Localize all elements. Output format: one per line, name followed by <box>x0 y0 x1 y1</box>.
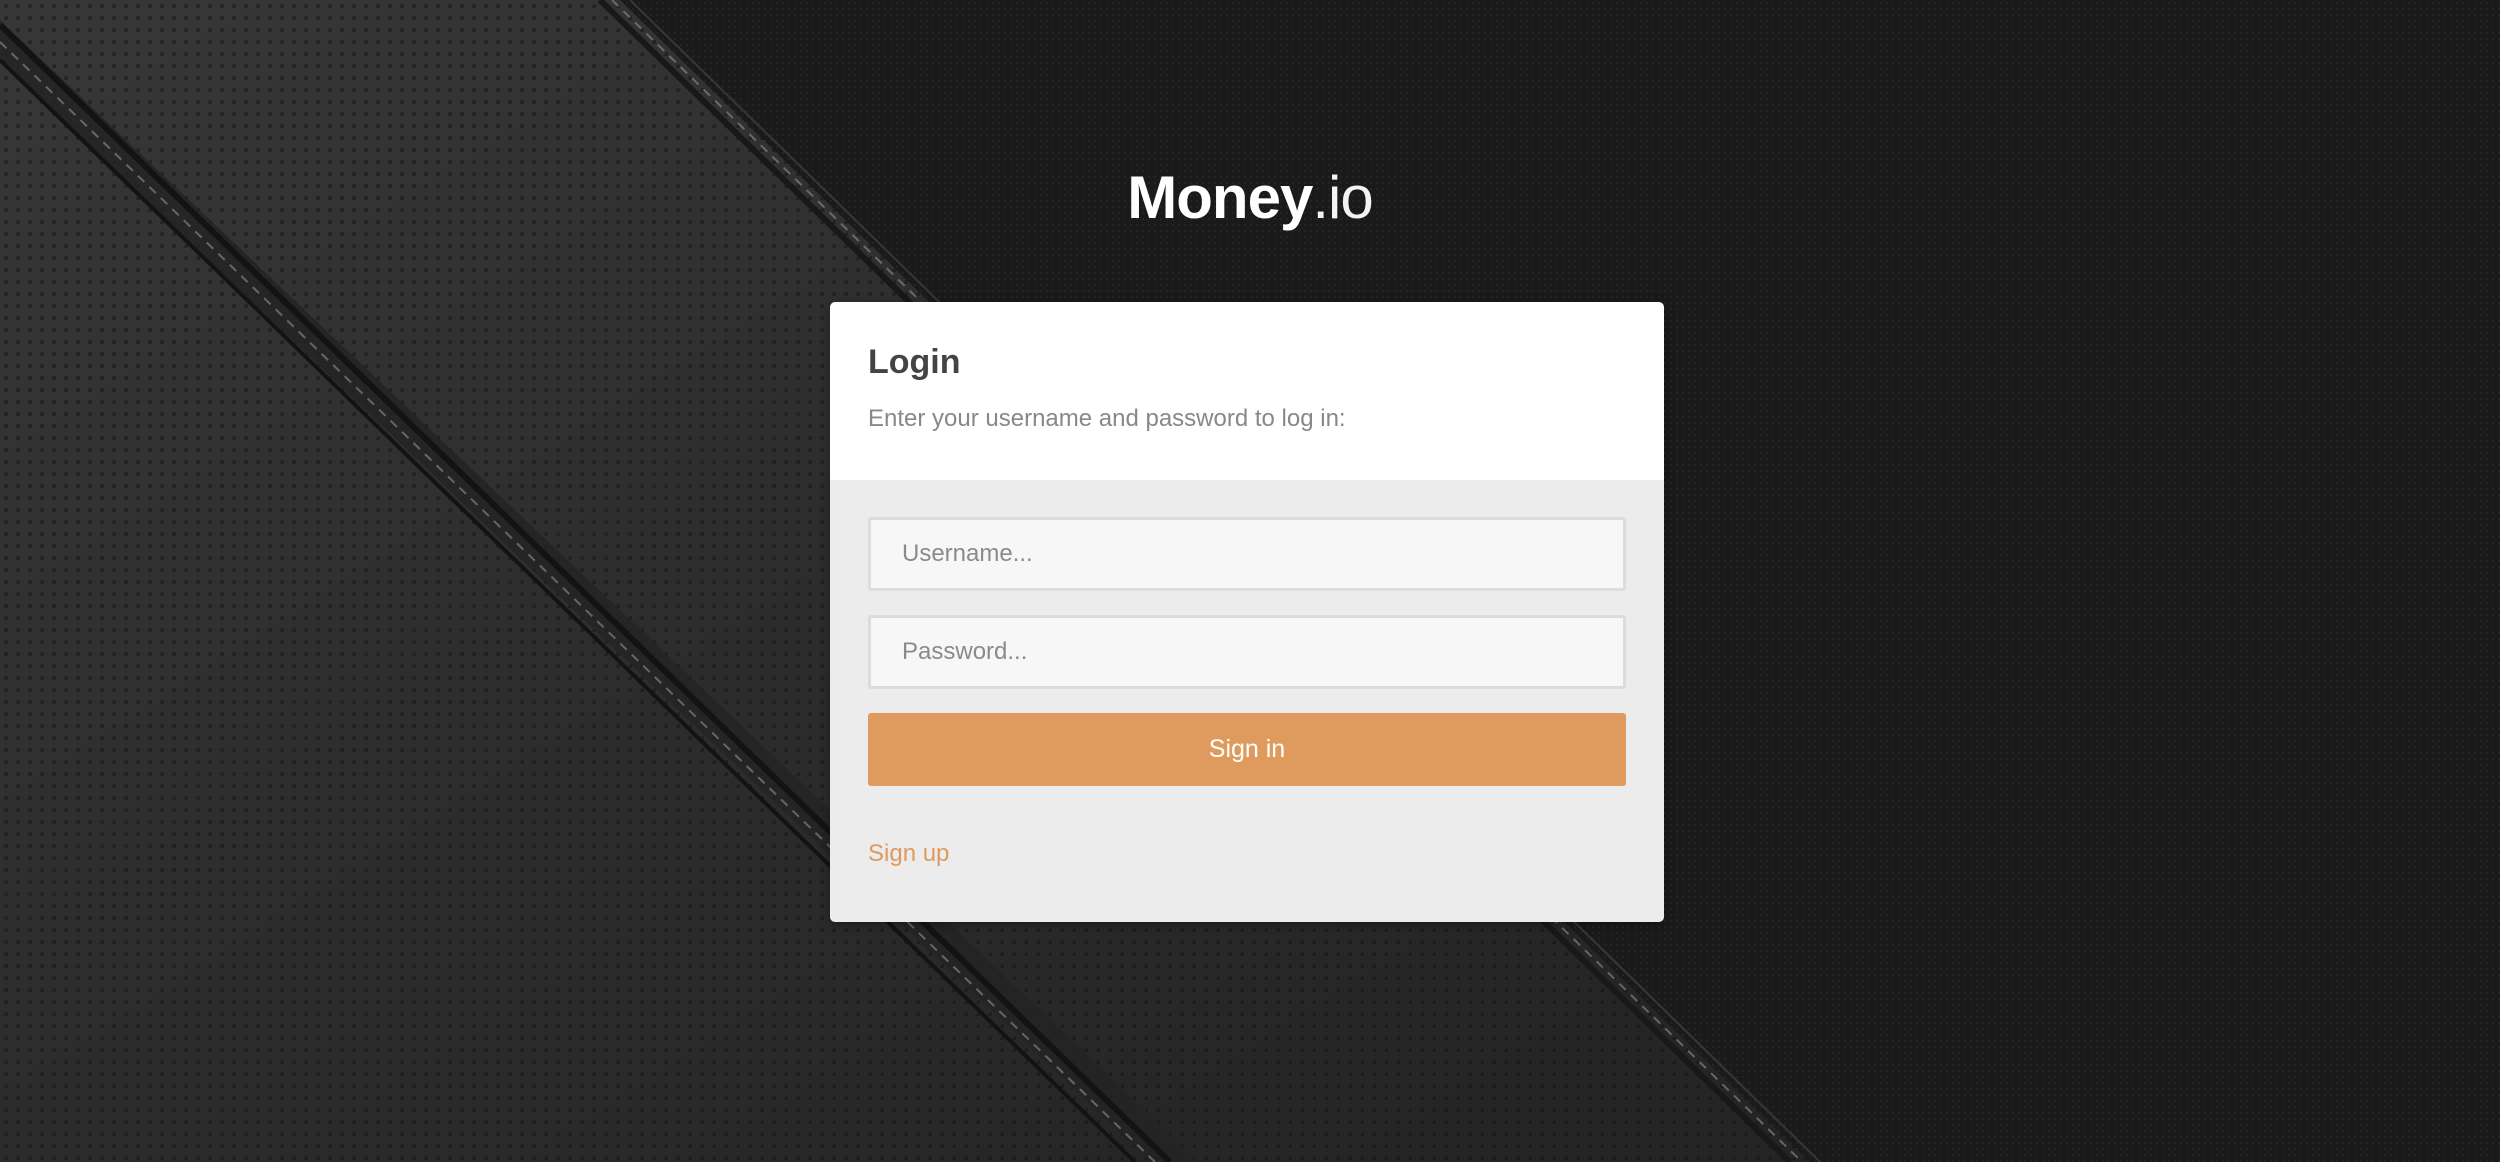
sign-up-link[interactable]: Sign up <box>868 840 949 868</box>
username-input[interactable] <box>868 517 1626 591</box>
login-subtitle: Enter your username and password to log … <box>868 405 1346 432</box>
brand-name-suffix: .io <box>1312 164 1373 231</box>
sign-in-button[interactable]: Sign in <box>868 713 1626 786</box>
login-card: Login Enter your username and password t… <box>830 302 1664 922</box>
brand-logo: Money.io <box>0 158 2500 238</box>
password-input[interactable] <box>868 615 1626 689</box>
login-form: Sign in Sign up <box>830 480 1664 922</box>
login-card-header: Login Enter your username and password t… <box>830 302 1664 480</box>
login-title: Login <box>868 343 961 381</box>
brand-name-bold: Money <box>1127 164 1313 231</box>
